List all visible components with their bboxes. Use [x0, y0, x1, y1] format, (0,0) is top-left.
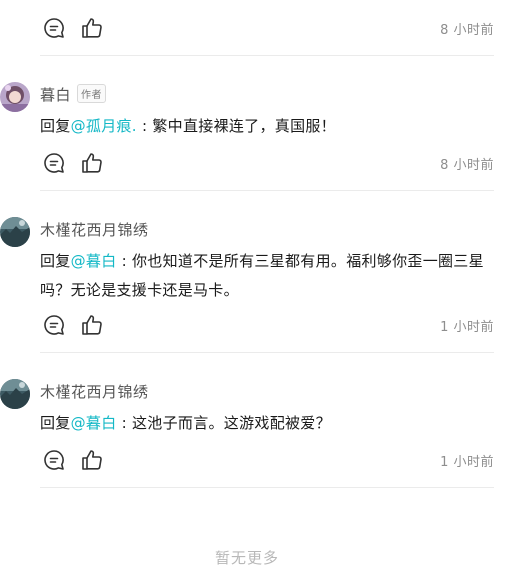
avatar[interactable]	[0, 82, 30, 112]
comment-body: : 繁中直接裸连了，真国服！	[136, 117, 336, 135]
username[interactable]: 暮白 作者	[40, 84, 107, 105]
thumbs-up-icon[interactable]	[80, 448, 104, 472]
comment-bubble-icon[interactable]	[42, 16, 66, 40]
mention-link[interactable]: @孤月痕.	[71, 117, 137, 135]
comment-text: 回复@孤月痕. : 繁中直接裸连了，真国服！	[40, 112, 498, 141]
reply-prefix: 回复	[40, 117, 71, 135]
username[interactable]: 木槿花西月锦绣	[40, 219, 149, 240]
comment-bubble-icon[interactable]	[42, 313, 66, 337]
timestamp: 8 小时前	[440, 23, 494, 38]
divider	[40, 55, 494, 56]
action-row: 8 小时前	[40, 151, 494, 179]
avatar[interactable]	[0, 217, 30, 247]
mention-link[interactable]: @暮白	[71, 414, 117, 432]
divider	[40, 190, 494, 191]
action-row: 8 小时前	[40, 16, 494, 44]
divider	[40, 352, 494, 353]
mention-link[interactable]: @暮白	[71, 252, 117, 270]
timestamp: 1 小时前	[440, 455, 494, 470]
action-row: 1 小时前	[40, 313, 494, 341]
timestamp: 1 小时前	[440, 320, 494, 335]
username-text[interactable]: 暮白	[40, 86, 71, 104]
timestamp: 8 小时前	[440, 158, 494, 173]
username[interactable]: 木槿花西月锦绣	[40, 381, 149, 402]
comment-body: : 这池子而言。这游戏配被爱？	[116, 414, 331, 432]
comment-bubble-icon[interactable]	[42, 151, 66, 175]
no-more-label: 暂无更多	[214, 549, 279, 567]
comment-text: 回复@暮白 : 你也知道不是所有三星都有用。福利够你歪一圈三星吗？无论是支援卡还…	[40, 247, 498, 305]
avatar[interactable]	[0, 379, 30, 409]
divider	[40, 487, 494, 488]
thumbs-up-icon[interactable]	[80, 151, 104, 175]
author-badge: 作者	[77, 84, 107, 103]
reply-prefix: 回复	[40, 414, 71, 432]
comment-text: 回复@暮白 : 这池子而言。这游戏配被爱？	[40, 409, 498, 438]
reply-prefix: 回复	[40, 252, 71, 270]
thumbs-up-icon[interactable]	[80, 16, 104, 40]
comment-bubble-icon[interactable]	[42, 448, 66, 472]
thumbs-up-icon[interactable]	[80, 313, 104, 337]
action-row: 1 小时前	[40, 448, 494, 476]
